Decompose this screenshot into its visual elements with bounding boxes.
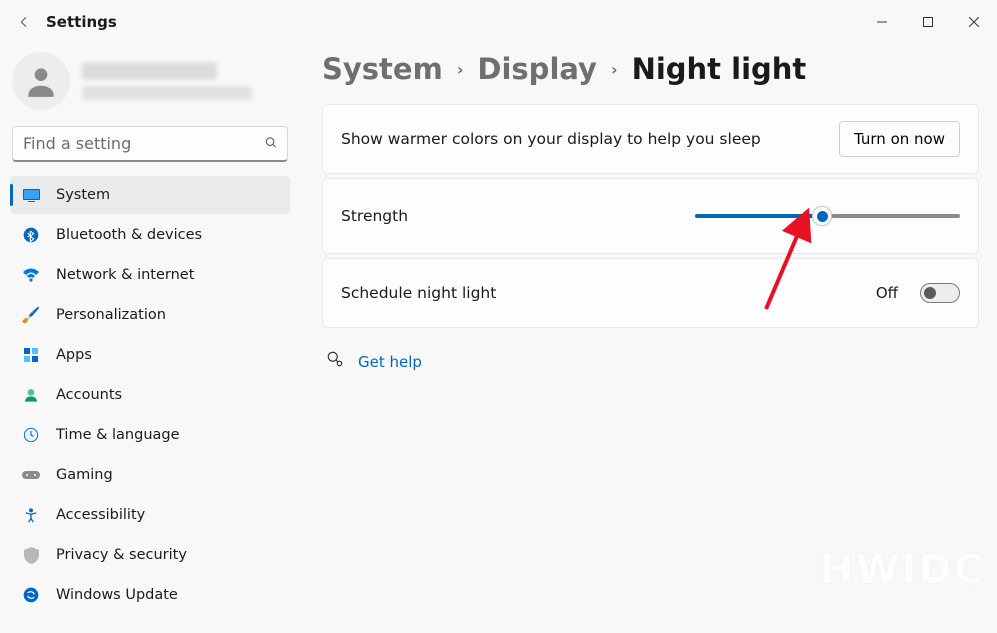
chevron-right-icon: › <box>457 60 464 79</box>
card-intro: Show warmer colors on your display to he… <box>322 104 979 174</box>
turn-on-now-button[interactable]: Turn on now <box>839 121 960 157</box>
sidebar-item-privacy[interactable]: Privacy & security <box>10 536 290 574</box>
sidebar-item-personalization[interactable]: 🖌️ Personalization <box>10 296 290 334</box>
card-schedule: Schedule night light Off <box>322 258 979 328</box>
sidebar-item-label: Windows Update <box>56 587 178 603</box>
back-button[interactable] <box>10 8 38 36</box>
sidebar-item-system[interactable]: System <box>10 176 290 214</box>
get-help-link[interactable]: Get help <box>358 353 422 371</box>
night-light-description: Show warmer colors on your display to he… <box>341 130 825 148</box>
caption-buttons <box>859 6 997 38</box>
update-icon <box>22 586 40 604</box>
card-strength: Strength <box>322 178 979 254</box>
minimize-button[interactable] <box>859 6 905 38</box>
profile-text <box>82 62 286 100</box>
schedule-toggle[interactable] <box>920 283 960 303</box>
slider-thumb-inner-icon <box>817 211 828 222</box>
sidebar-item-label: Personalization <box>56 307 166 323</box>
person-icon <box>22 62 60 100</box>
sidebar-item-accessibility[interactable]: Accessibility <box>10 496 290 534</box>
breadcrumb: System › Display › Night light <box>322 52 979 86</box>
privacy-icon <box>22 546 40 564</box>
sidebar-item-gaming[interactable]: Gaming <box>10 456 290 494</box>
sidebar-item-update[interactable]: Windows Update <box>10 576 290 614</box>
title-bar: Settings <box>0 0 997 44</box>
watermark: HWIDC <box>820 547 985 593</box>
gaming-icon <box>22 466 40 484</box>
strength-slider[interactable] <box>695 206 960 226</box>
search-input[interactable] <box>12 126 288 162</box>
account-profile[interactable] <box>10 48 290 124</box>
sidebar: System Bluetooth & devices Network & inter… <box>0 44 300 633</box>
apps-icon <box>22 346 40 364</box>
close-icon <box>969 17 979 27</box>
sidebar-item-accounts[interactable]: Accounts <box>10 376 290 414</box>
strength-label: Strength <box>341 207 681 225</box>
minimize-icon <box>877 17 887 27</box>
sidebar-item-network[interactable]: Network & internet <box>10 256 290 294</box>
search-icon <box>264 135 278 154</box>
network-icon <box>22 266 40 284</box>
sidebar-item-apps[interactable]: Apps <box>10 336 290 374</box>
slider-fill <box>695 214 822 218</box>
profile-email-redacted <box>82 86 252 100</box>
profile-name-redacted <box>82 62 217 80</box>
maximize-icon <box>923 17 933 27</box>
time-icon <box>22 426 40 444</box>
sidebar-item-label: Bluetooth & devices <box>56 227 202 243</box>
accessibility-icon <box>22 506 40 524</box>
chevron-right-icon: › <box>611 60 618 79</box>
system-icon <box>22 186 40 204</box>
sidebar-item-label: Network & internet <box>56 267 194 283</box>
toggle-knob-icon <box>924 287 936 299</box>
sidebar-item-label: System <box>56 187 110 203</box>
sidebar-item-label: Privacy & security <box>56 547 187 563</box>
sidebar-item-time[interactable]: Time & language <box>10 416 290 454</box>
bluetooth-icon <box>22 226 40 244</box>
sidebar-item-bluetooth[interactable]: Bluetooth & devices <box>10 216 290 254</box>
arrow-left-icon <box>16 14 32 30</box>
window-title: Settings <box>46 13 117 31</box>
main-content: System › Display › Night light Show warm… <box>300 44 997 633</box>
help-icon <box>326 350 344 373</box>
search-wrap <box>12 126 288 162</box>
sidebar-item-label: Accounts <box>56 387 122 403</box>
maximize-button[interactable] <box>905 6 951 38</box>
help-row: Get help <box>322 350 979 373</box>
close-button[interactable] <box>951 6 997 38</box>
breadcrumb-current: Night light <box>632 52 807 86</box>
breadcrumb-display[interactable]: Display <box>477 52 597 86</box>
schedule-state-label: Off <box>876 284 898 302</box>
accounts-icon <box>22 386 40 404</box>
sidebar-item-label: Time & language <box>56 427 180 443</box>
nav: System Bluetooth & devices Network & inter… <box>10 176 290 614</box>
sidebar-item-label: Gaming <box>56 467 113 483</box>
slider-thumb[interactable] <box>812 206 832 226</box>
schedule-label: Schedule night light <box>341 284 862 302</box>
personalization-icon: 🖌️ <box>22 306 40 324</box>
breadcrumb-system[interactable]: System <box>322 52 443 86</box>
sidebar-item-label: Accessibility <box>56 507 145 523</box>
avatar <box>12 52 70 110</box>
sidebar-item-label: Apps <box>56 347 92 363</box>
